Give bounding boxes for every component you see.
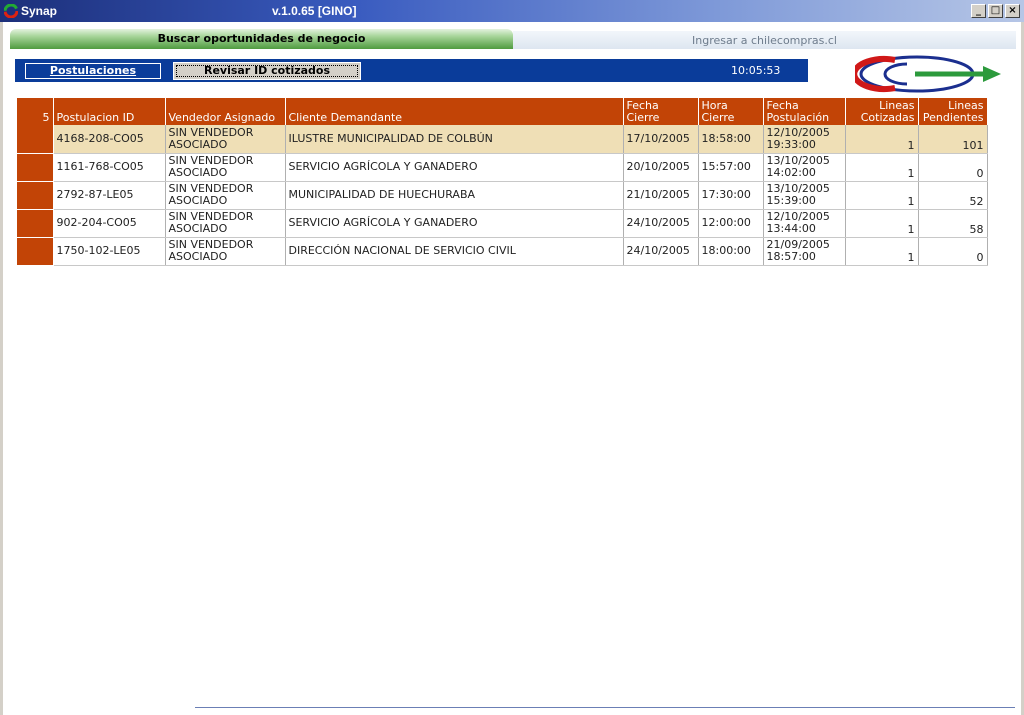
- toolbar: Postulaciones Revisar ID cotizados 10:05…: [15, 59, 808, 82]
- cell-fecha-postulacion: 21/09/2005 18:57:00: [763, 237, 846, 266]
- table-header-row: 5 Postulacion ID Vendedor Asignado Clien…: [17, 98, 988, 125]
- cell-postulacion-id: 1750-102-LE05: [53, 237, 166, 266]
- cell-vendedor: SIN VENDEDOR ASOCIADO: [165, 237, 286, 266]
- cell-lineas-cotizadas: 1: [845, 181, 919, 210]
- vendedor-line: ASOCIADO: [168, 137, 228, 151]
- cell-lineas-pendientes: 58: [918, 209, 988, 238]
- clock-display: 10:05:53: [731, 64, 781, 77]
- table-row[interactable]: 2792-87-LE05 SIN VENDEDOR ASOCIADO MUNICI…: [17, 181, 988, 210]
- cell-hora-cierre: 18:58:00: [698, 125, 764, 154]
- cell-fecha-cierre: 20/10/2005: [623, 153, 699, 182]
- cell-fecha-cierre: 17/10/2005: [623, 125, 699, 154]
- cell-lineas-cotizadas: 1: [845, 209, 919, 238]
- app-title: Synap: [21, 4, 58, 18]
- close-button[interactable]: ×: [1005, 4, 1020, 18]
- maximize-button[interactable]: □: [988, 4, 1003, 18]
- window-frame-left: [0, 22, 3, 715]
- cell-cliente: SERVICIO AGRÍCOLA Y GANADERO: [285, 209, 624, 238]
- cell-postulacion-id: 4168-208-CO05: [53, 125, 166, 154]
- vendedor-line: ASOCIADO: [168, 250, 228, 263]
- cell-vendedor: SIN VENDEDOR ASOCIADO: [165, 153, 286, 182]
- row-selector[interactable]: [17, 209, 54, 238]
- column-header-count[interactable]: 5: [17, 98, 54, 125]
- vendedor-line: ASOCIADO: [168, 166, 228, 179]
- title-bar: Synap v.1.0.65 [GINO] _ □ ×: [0, 0, 1024, 22]
- cell-lineas-cotizadas: 1: [845, 237, 919, 266]
- cell-lineas-cotizadas: 1: [845, 153, 919, 182]
- header-line: Cotizadas: [860, 111, 915, 124]
- cell-postulacion-id: 902-204-CO05: [53, 209, 166, 238]
- cell-vendedor: SIN VENDEDOR ASOCIADO: [165, 181, 286, 210]
- header-line: Postulación: [766, 111, 830, 124]
- cell-fecha-cierre: 24/10/2005: [623, 237, 699, 266]
- hora-line: 19:33:00: [766, 137, 816, 151]
- cell-cliente: DIRECCIÓN NACIONAL DE SERVICIO CIVIL: [285, 237, 624, 266]
- cell-vendedor: SIN VENDEDOR ASOCIADO: [165, 125, 286, 154]
- minimize-button[interactable]: _: [971, 4, 986, 18]
- cell-fecha-postulacion: 13/10/2005 14:02:00: [763, 153, 846, 182]
- cell-fecha-postulacion: 13/10/2005 15:39:00: [763, 181, 846, 210]
- version-label: v.1.0.65 [GINO]: [272, 4, 357, 18]
- column-header-hora-cierre[interactable]: Hora Cierre: [698, 98, 764, 125]
- hora-line: 13:44:00: [766, 222, 816, 235]
- header-line: Cierre: [701, 111, 735, 124]
- revisar-cotizados-button[interactable]: Revisar ID cotizados: [173, 62, 361, 80]
- cell-lineas-cotizadas: 1: [845, 125, 919, 154]
- column-header-postulacion-id[interactable]: Postulacion ID: [53, 98, 166, 125]
- cell-fecha-cierre: 24/10/2005: [623, 209, 699, 238]
- app-logo-icon: [4, 4, 18, 18]
- row-selector[interactable]: [17, 237, 54, 266]
- table-row[interactable]: 1161-768-CO05 SIN VENDEDOR ASOCIADO SERVI…: [17, 153, 988, 182]
- row-selector[interactable]: [17, 153, 54, 182]
- column-header-lineas-pendientes[interactable]: Lineas Pendientes: [918, 98, 988, 125]
- cell-lineas-pendientes: 0: [918, 237, 988, 266]
- vendedor-line: ASOCIADO: [168, 194, 228, 207]
- cell-fecha-cierre: 21/10/2005: [623, 181, 699, 210]
- cell-hora-cierre: 12:00:00: [698, 209, 764, 238]
- postulaciones-button[interactable]: Postulaciones: [25, 63, 161, 79]
- table-row[interactable]: 902-204-CO05 SIN VENDEDOR ASOCIADO SERVIC…: [17, 209, 988, 238]
- cell-fecha-postulacion: 12/10/2005 19:33:00: [763, 125, 846, 154]
- status-divider: [195, 707, 1015, 708]
- brand-logo-icon: [855, 55, 1001, 93]
- hora-line: 15:39:00: [766, 194, 816, 207]
- column-header-lineas-cotizadas[interactable]: Lineas Cotizadas: [845, 98, 919, 125]
- column-header-vendedor[interactable]: Vendedor Asignado: [165, 98, 286, 125]
- cell-cliente: MUNICIPALIDAD DE HUECHURABA: [285, 181, 624, 210]
- cell-hora-cierre: 18:00:00: [698, 237, 764, 266]
- column-header-fecha-cierre[interactable]: Fecha Cierre: [623, 98, 699, 125]
- cell-cliente: ILUSTRE MUNICIPALIDAD DE COLBÚN: [285, 125, 624, 154]
- column-header-fecha-postulacion[interactable]: Fecha Postulación: [763, 98, 846, 125]
- cell-fecha-postulacion: 12/10/2005 13:44:00: [763, 209, 846, 238]
- cell-hora-cierre: 17:30:00: [698, 181, 764, 210]
- header-line: Pendientes: [922, 111, 984, 124]
- cell-cliente: SERVICIO AGRÍCOLA Y GANADERO: [285, 153, 624, 182]
- postulaciones-table: 5 Postulacion ID Vendedor Asignado Clien…: [17, 98, 988, 266]
- cell-lineas-pendientes: 0: [918, 153, 988, 182]
- cell-lineas-pendientes: 52: [918, 181, 988, 210]
- header-line: Cierre: [626, 111, 660, 124]
- table-row[interactable]: 1750-102-LE05 SIN VENDEDOR ASOCIADO DIREC…: [17, 237, 988, 266]
- cell-hora-cierre: 15:57:00: [698, 153, 764, 182]
- cell-postulacion-id: 1161-768-CO05: [53, 153, 166, 182]
- cell-vendedor: SIN VENDEDOR ASOCIADO: [165, 209, 286, 238]
- cell-postulacion-id: 2792-87-LE05: [53, 181, 166, 210]
- row-selector[interactable]: [17, 181, 54, 210]
- cell-lineas-pendientes: 101: [918, 125, 988, 154]
- column-header-cliente[interactable]: Cliente Demandante: [285, 98, 624, 125]
- tab-buscar-oportunidades[interactable]: Buscar oportunidades de negocio: [10, 29, 513, 49]
- window-controls: _ □ ×: [971, 4, 1020, 18]
- table-row[interactable]: 4168-208-CO05 SIN VENDEDOR ASOCIADO ILUST…: [17, 125, 988, 154]
- tab-chilecompras[interactable]: Ingresar a chilecompras.cl: [513, 31, 1016, 49]
- hora-line: 14:02:00: [766, 166, 816, 179]
- row-selector[interactable]: [17, 125, 54, 154]
- hora-line: 18:57:00: [766, 250, 816, 263]
- vendedor-line: ASOCIADO: [168, 222, 228, 235]
